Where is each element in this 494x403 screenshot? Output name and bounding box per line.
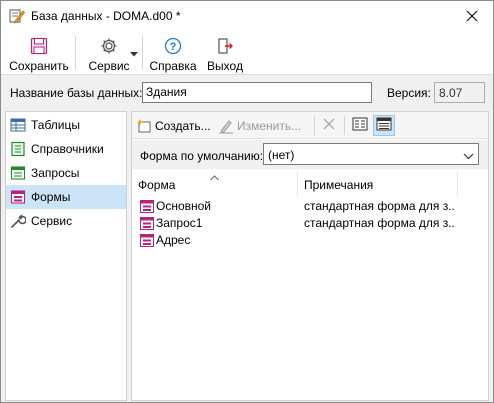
help-label: Справка (149, 59, 197, 73)
list-view-icon (352, 116, 368, 135)
service-label: Сервис (88, 59, 130, 73)
new-item-sparkle-icon (136, 118, 152, 134)
list-view-button[interactable] (349, 115, 371, 136)
form-name-cell: Запрос1 (140, 216, 202, 230)
query-icon (10, 165, 26, 181)
form-name: Адрес (156, 233, 191, 247)
toolbar-separator (314, 116, 315, 135)
svg-text:?: ? (170, 41, 177, 53)
form-name: Основной (156, 199, 212, 213)
sidebar-item-tables[interactable]: Таблицы (6, 113, 126, 137)
form-name-cell: Адрес (140, 233, 190, 247)
exit-label: Выход (207, 59, 243, 73)
form-note-cell: стандартная форма для з... (304, 216, 454, 230)
sidebar-item-label: Таблицы (31, 118, 81, 132)
form-name-cell: Основной (140, 199, 211, 213)
column-header-label: Примечания (304, 178, 374, 192)
column-header-notes[interactable]: Примечания (298, 172, 458, 196)
sidebar-item-label: Формы (31, 190, 71, 204)
create-button[interactable]: Создать... (136, 115, 211, 137)
table-row[interactable]: Основной стандартная форма для з... (132, 198, 488, 215)
reference-book-icon (10, 141, 26, 157)
object-type-sidebar: Таблицы Справочники Запросы Формы Сервис (5, 111, 127, 401)
form-icon (140, 233, 154, 247)
delete-button[interactable] (318, 115, 340, 136)
wrench-icon (10, 213, 27, 229)
toolbar-separator (142, 36, 143, 70)
chevron-down-icon (463, 149, 474, 163)
database-name-label: Название базы данных: (10, 86, 143, 100)
version-label: Версия: (387, 86, 431, 100)
toolbar-separator (75, 36, 76, 70)
pencil-icon (218, 118, 234, 134)
edit-button[interactable]: Изменить... (218, 115, 301, 137)
close-icon[interactable] (457, 4, 487, 28)
details-view-button[interactable] (373, 115, 395, 136)
default-form-value: (нет) (268, 148, 295, 162)
title-bar: База данных - DOMA.d00 * (1, 1, 493, 32)
table-row[interactable]: Адрес (132, 232, 488, 249)
exit-button[interactable]: Выход (204, 32, 246, 75)
window-title: База данных - DOMA.d00 * (31, 9, 181, 23)
form-note-cell: стандартная форма для з... (304, 199, 454, 213)
default-form-row: Форма по умолчанию: (нет) (132, 140, 488, 169)
main-toolbar: Сохранить Сервис ? Справка Выход (1, 32, 493, 75)
toolbar-separator (344, 116, 345, 135)
save-button[interactable]: Сохранить (6, 32, 72, 75)
help-question-icon: ? (164, 35, 182, 57)
default-form-select[interactable]: (нет) (263, 143, 479, 165)
delete-x-icon (323, 118, 335, 133)
table-row[interactable]: Запрос1 стандартная форма для з... (132, 215, 488, 232)
gear-icon (100, 35, 118, 57)
database-name-row: Название базы данных: Здания Версия: 8.0… (1, 76, 493, 110)
form-icon (140, 216, 154, 230)
column-header-label: Форма (138, 178, 176, 192)
details-view-icon (376, 116, 392, 135)
sidebar-item-label: Сервис (31, 214, 73, 228)
sidebar-item-label: Запросы (31, 166, 80, 180)
column-header-form[interactable]: Форма (132, 172, 298, 196)
version-field: 8.07 (434, 82, 485, 103)
form-name: Запрос1 (156, 216, 203, 230)
sidebar-item-forms[interactable]: Формы (6, 185, 126, 209)
edit-label: Изменить... (237, 119, 302, 133)
database-window: База данных - DOMA.d00 * Сохранить Серви… (0, 0, 494, 403)
forms-panel: Создать... Изменить... Форма по умолчани… (131, 111, 489, 401)
floppy-disk-icon (30, 35, 48, 57)
form-icon (140, 199, 154, 213)
help-button[interactable]: ? Справка (147, 32, 199, 75)
sidebar-item-references[interactable]: Справочники (6, 137, 126, 161)
app-edit-icon (9, 8, 25, 24)
forms-grid-header: Форма Примечания (132, 172, 488, 196)
table-icon (10, 117, 26, 133)
forms-toolbar: Создать... Изменить... (132, 112, 488, 139)
exit-door-icon (216, 35, 234, 57)
save-label: Сохранить (9, 59, 69, 73)
database-name-input[interactable]: Здания (142, 82, 372, 103)
chevron-down-icon[interactable] (130, 46, 138, 60)
sidebar-item-queries[interactable]: Запросы (6, 161, 126, 185)
create-label: Создать... (155, 119, 211, 133)
form-icon (10, 189, 26, 205)
default-form-label: Форма по умолчанию: (140, 149, 264, 163)
sidebar-item-service[interactable]: Сервис (6, 209, 126, 233)
sidebar-item-label: Справочники (31, 142, 104, 156)
